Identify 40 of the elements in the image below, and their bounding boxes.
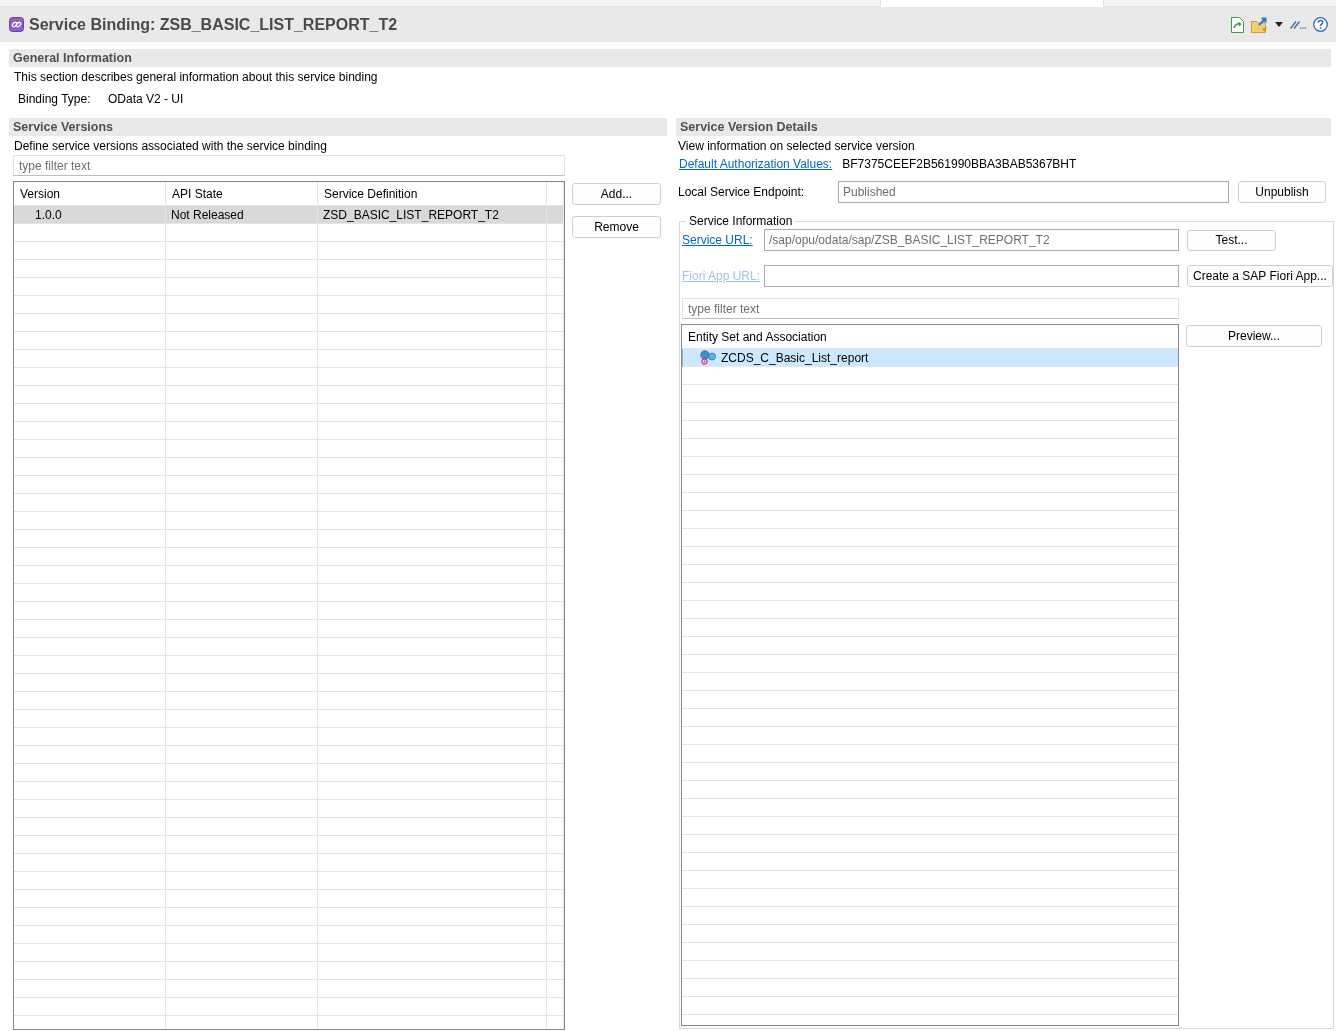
endpoint-field[interactable]: Published — [838, 181, 1229, 203]
section-description: View information on selected service version — [677, 138, 916, 153]
editor-title: Service Binding: ZSB_BASIC_LIST_REPORT_T2 — [29, 15, 398, 34]
section-description: This section describes general information about this service binding — [13, 69, 379, 84]
table-cell: ZSD_BASIC_LIST_REPORT_T2 — [318, 206, 547, 223]
column-header[interactable]: API State — [166, 182, 318, 205]
field-value: OData V2 - UI — [108, 92, 184, 106]
table-row[interactable]: 1.0.0 Not Released ZSD_BASIC_LIST_REPORT_T2 — [14, 206, 564, 224]
unpublish-button[interactable]: Unpublish — [1238, 181, 1326, 203]
section-heading: Service Versions — [9, 118, 667, 136]
filter-field[interactable]: type filter text — [682, 298, 1179, 319]
url-action-button[interactable]: Test... — [1187, 229, 1276, 251]
section-description: Define service versions associated with the service binding — [13, 138, 328, 153]
double-slash-icon[interactable] — [1290, 20, 1306, 29]
column-header[interactable]: Service Definition — [318, 182, 547, 205]
bubbles-icon — [700, 350, 716, 365]
url-link[interactable]: Service URL: — [682, 233, 753, 247]
filter-field[interactable]: type filter text — [13, 155, 565, 176]
table-cell: Not Released — [166, 206, 318, 223]
help-icon[interactable] — [1313, 17, 1328, 32]
table-cell: 1.0.0 — [14, 206, 166, 223]
section-heading: Service Version Details — [676, 118, 1331, 136]
folder-icon[interactable] — [1251, 16, 1268, 33]
group-legend: Service Information — [686, 214, 796, 228]
url-field[interactable]: /sap/opu/odata/sap/ZSB_BASIC_LIST_REPORT_T2 — [764, 229, 1179, 251]
action-button[interactable]: Remove — [572, 216, 661, 238]
authorization-value: BF7375CEEF2B561990BBA3BAB5367BHT — [842, 157, 1077, 171]
document-icon[interactable] — [1231, 16, 1244, 33]
column-header[interactable]: Version — [14, 182, 166, 205]
chain-link-icon — [9, 17, 24, 32]
tree-item[interactable]: ZCDS_C_Basic_List_report — [682, 349, 1178, 367]
section-heading: General Information — [9, 49, 1331, 67]
caret-icon[interactable] — [1275, 22, 1283, 27]
field-label: Local Service Endpoint: — [678, 185, 806, 199]
authorization-link[interactable]: Default Authorization Values: — [679, 157, 833, 171]
url-link: Fiori App URL: — [682, 269, 761, 283]
url-field[interactable] — [764, 265, 1179, 287]
preview-button[interactable]: Preview... — [1186, 325, 1322, 347]
field-label: Binding Type: — [18, 92, 92, 106]
action-button[interactable]: Add... — [572, 183, 661, 205]
